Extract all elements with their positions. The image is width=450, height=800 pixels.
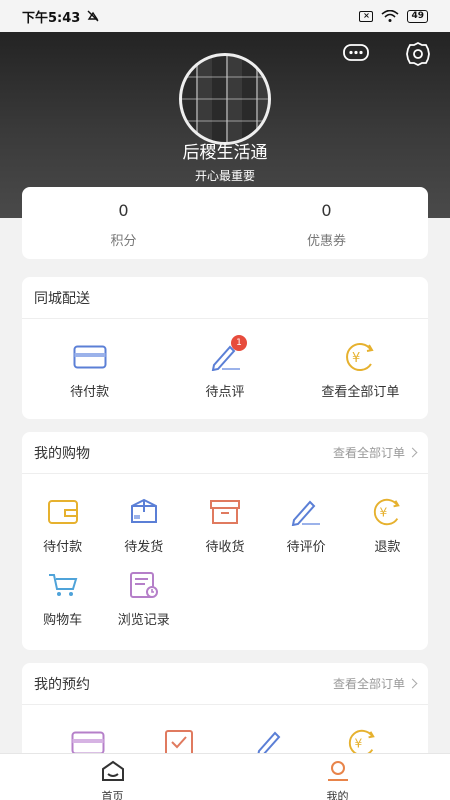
svg-text:¥: ¥ xyxy=(380,506,388,520)
coupons-value: 0 xyxy=(321,201,332,220)
shopping-cart[interactable]: 购物车 xyxy=(22,569,103,628)
username: 后稷生活通 xyxy=(182,143,268,163)
tab-mine-label: 我的 xyxy=(326,790,349,800)
profile-icon xyxy=(327,761,348,781)
chevron-right-icon xyxy=(407,447,418,458)
points-label: 积分 xyxy=(110,234,137,249)
tab-home[interactable]: 首页 xyxy=(0,754,225,800)
stats-card: 0 积分 0 优惠券 xyxy=(22,187,428,259)
delivery-all-orders[interactable]: ¥ 查看全部订单 xyxy=(293,341,428,400)
shopping-refund[interactable]: ¥ 退款 xyxy=(347,496,428,555)
avatar[interactable] xyxy=(179,53,271,145)
coupons-label: 优惠券 xyxy=(306,234,346,249)
settings-icon[interactable] xyxy=(404,40,432,68)
chevron-right-icon xyxy=(407,678,418,689)
shopping-view-all-link[interactable]: 查看全部订单 xyxy=(333,444,418,461)
status-time: 下午5:43 xyxy=(22,10,81,26)
pen-icon: 1 xyxy=(207,335,247,373)
my-reservation-title: 我的预约 xyxy=(34,676,90,693)
tagline: 开心最重要 xyxy=(194,169,255,183)
cart-icon xyxy=(45,569,81,601)
shopping-browse-history[interactable]: 浏览记录 xyxy=(103,569,184,628)
local-delivery-card: 同城配送 待付款 1 待点评 ¥ 查看全部订单 xyxy=(22,277,428,419)
status-bar: 下午5:43 × 49 xyxy=(0,0,450,32)
svg-text:¥: ¥ xyxy=(355,737,363,751)
review-badge: 1 xyxy=(230,335,247,351)
wifi-icon xyxy=(381,10,399,22)
yen-icon: ¥ xyxy=(342,341,378,373)
tab-home-label: 首页 xyxy=(101,790,124,800)
sim-icon: × xyxy=(359,10,374,22)
stat-points[interactable]: 0 积分 xyxy=(22,187,225,259)
shopping-pending-shipment[interactable]: 待发货 xyxy=(103,496,184,555)
tab-mine[interactable]: 我的 xyxy=(225,754,450,800)
my-shopping-card: 我的购物 查看全部订单 待付款 待发货 待收货 待评价 ¥ 退款 购物车 浏览记… xyxy=(22,432,428,650)
reservation-view-all-link[interactable]: 查看全部订单 xyxy=(333,675,418,692)
bottom-tab-bar: 首页 我的 xyxy=(0,753,450,800)
svg-text:¥: ¥ xyxy=(352,351,360,366)
delivery-pending-review[interactable]: 1 待点评 xyxy=(157,335,292,400)
local-delivery-title: 同城配送 xyxy=(34,290,90,307)
yen-icon: ¥ xyxy=(369,496,405,528)
points-value: 0 xyxy=(118,201,129,220)
home-icon xyxy=(101,760,124,781)
shopping-pending-review[interactable]: 待评价 xyxy=(266,496,347,555)
box-icon xyxy=(207,496,243,528)
battery-indicator: 49 xyxy=(407,9,428,23)
pen-icon xyxy=(288,496,324,528)
delivery-pending-payment[interactable]: 待付款 xyxy=(22,341,157,400)
message-icon[interactable] xyxy=(342,40,370,68)
my-shopping-title: 我的购物 xyxy=(34,445,90,462)
package-icon xyxy=(126,496,162,528)
stat-coupons[interactable]: 0 优惠券 xyxy=(225,187,428,259)
wallet-icon xyxy=(45,496,81,528)
shopping-pending-payment[interactable]: 待付款 xyxy=(22,496,103,555)
shopping-pending-receipt[interactable]: 待收货 xyxy=(184,496,265,555)
card-icon xyxy=(72,341,108,373)
mute-icon xyxy=(87,10,99,22)
history-icon xyxy=(126,569,162,601)
